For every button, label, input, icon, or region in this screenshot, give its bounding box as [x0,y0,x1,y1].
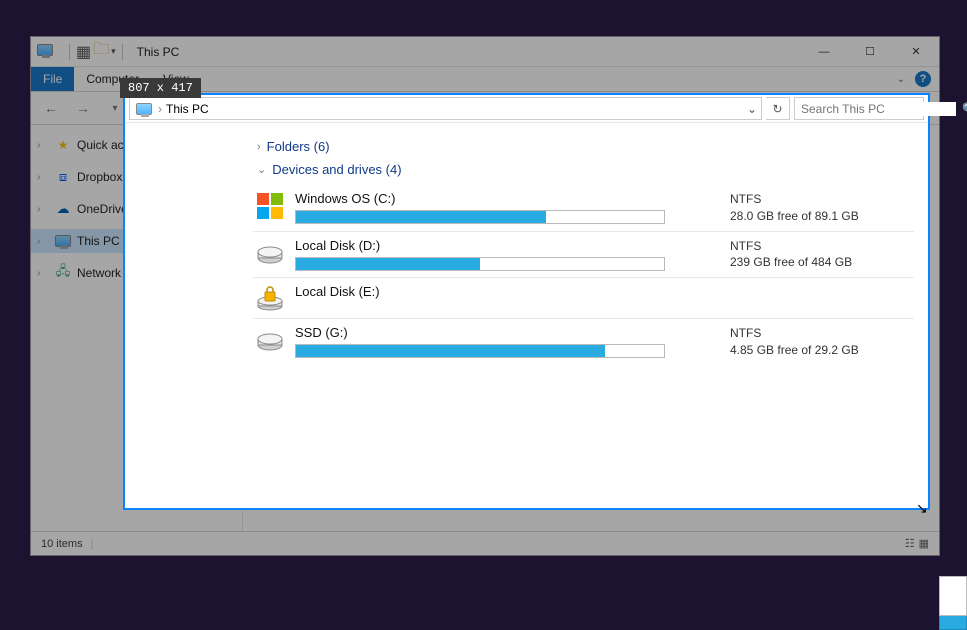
window-title: This PC [137,45,180,59]
titlebar: ▦ 🗀 ▾ This PC — ☐ ✕ [31,37,939,67]
statusbar: 10 items | ☷ ▦ [31,531,939,555]
drive-name: Local Disk (D:) [295,238,718,253]
windows-drive-icon [257,193,283,219]
chevron-right-icon[interactable]: › [37,172,49,183]
chevron-right-icon[interactable]: › [37,140,49,151]
nav-item-label: OneDrive [77,202,128,216]
address-dropdown-icon[interactable]: ⌄ [743,102,761,116]
drive-fs: NTFS [730,191,910,208]
breadcrumb-separator: › [158,102,162,116]
help-icon[interactable]: ? [915,71,931,87]
group-folders[interactable]: › Folders (6) [257,139,914,154]
search-input[interactable] [801,102,956,116]
chevron-right-icon[interactable]: › [37,268,49,279]
ribbon-file-tab[interactable]: File [31,67,74,91]
chevron-right-icon[interactable]: › [37,236,49,247]
nav-item-label: Network [77,266,121,280]
status-item-count: 10 items [41,538,83,550]
close-button[interactable]: ✕ [893,37,939,67]
drive-name: SSD (G:) [295,325,718,340]
breadcrumb-this-pc[interactable]: This PC [166,102,209,116]
qat-new-folder-icon[interactable]: 🗀 [93,38,109,65]
nav-forward-button[interactable]: → [69,97,97,119]
drive-icon [257,327,283,353]
dropbox-icon: ⧈ [53,169,73,185]
nav-item-label: Dropbox [77,170,122,184]
network-icon: 🖧 [53,265,73,281]
drive-name: Local Disk (E:) [295,284,718,299]
nav-back-button[interactable]: ← [37,97,65,119]
refresh-button[interactable]: ↻ [766,97,790,120]
drive-fs: NTFS [730,238,910,255]
selection-region: › This PC ⌄ ↻ 🔍 › Folders (6) ⌄ Devices … [123,93,930,510]
selection-navbar: › This PC ⌄ ↻ 🔍 [125,95,928,123]
view-tiles-icon[interactable]: ▦ [919,537,929,550]
drive-usage-bar [295,210,665,224]
drive-free-text: 28.0 GB free of 89.1 GB [730,208,910,225]
drive-row[interactable]: Local Disk (D:) NTFS 239 GB free of 484 … [253,232,914,279]
group-drives[interactable]: ⌄ Devices and drives (4) [257,162,914,177]
locked-drive-icon [257,286,283,312]
pc-icon [53,233,73,249]
drive-usage-bar [295,344,665,358]
nav-item-label: This PC [77,234,120,248]
drive-fs: NTFS [730,325,910,342]
group-label: Devices and drives (4) [272,162,401,177]
search-box[interactable]: 🔍 [794,97,924,120]
minimize-button[interactable]: — [801,37,847,67]
ribbon-expand-icon[interactable]: ⌄ [897,74,905,85]
chevron-down-icon: ⌄ [257,163,266,176]
drive-row[interactable]: Windows OS (C:) NTFS 28.0 GB free of 89.… [253,185,914,232]
partial-tile [939,576,967,630]
chevron-right-icon[interactable]: › [37,204,49,215]
app-icon [37,44,57,60]
drive-icon [257,240,283,266]
drive-free-text: 239 GB free of 484 GB [730,254,910,271]
maximize-button[interactable]: ☐ [847,37,893,67]
selection-main-pane: › Folders (6) ⌄ Devices and drives (4) W… [245,123,928,508]
qat-properties-icon[interactable]: ▦ [76,42,91,62]
qat-dropdown-icon[interactable]: ▾ [111,46,116,57]
star-icon: ★ [53,137,73,153]
selection-side-blank [125,123,245,508]
drive-free-text: 4.85 GB free of 29.2 GB [730,342,910,359]
pc-icon [134,101,154,117]
quick-access-toolbar: ▦ 🗀 ▾ [61,38,131,65]
drive-row[interactable]: SSD (G:) NTFS 4.85 GB free of 29.2 GB [253,319,914,365]
address-bar[interactable]: › This PC ⌄ [129,97,762,120]
group-label: Folders (6) [267,139,330,154]
view-details-icon[interactable]: ☷ [905,537,915,550]
chevron-right-icon: › [257,141,261,153]
drive-usage-bar [295,257,665,271]
search-icon[interactable]: 🔍 [962,102,967,116]
onedrive-icon: ☁ [53,201,73,217]
selection-dimensions-badge: 807 x 417 [120,78,201,98]
drive-name: Windows OS (C:) [295,191,718,206]
drive-row[interactable]: Local Disk (E:) [253,278,914,319]
